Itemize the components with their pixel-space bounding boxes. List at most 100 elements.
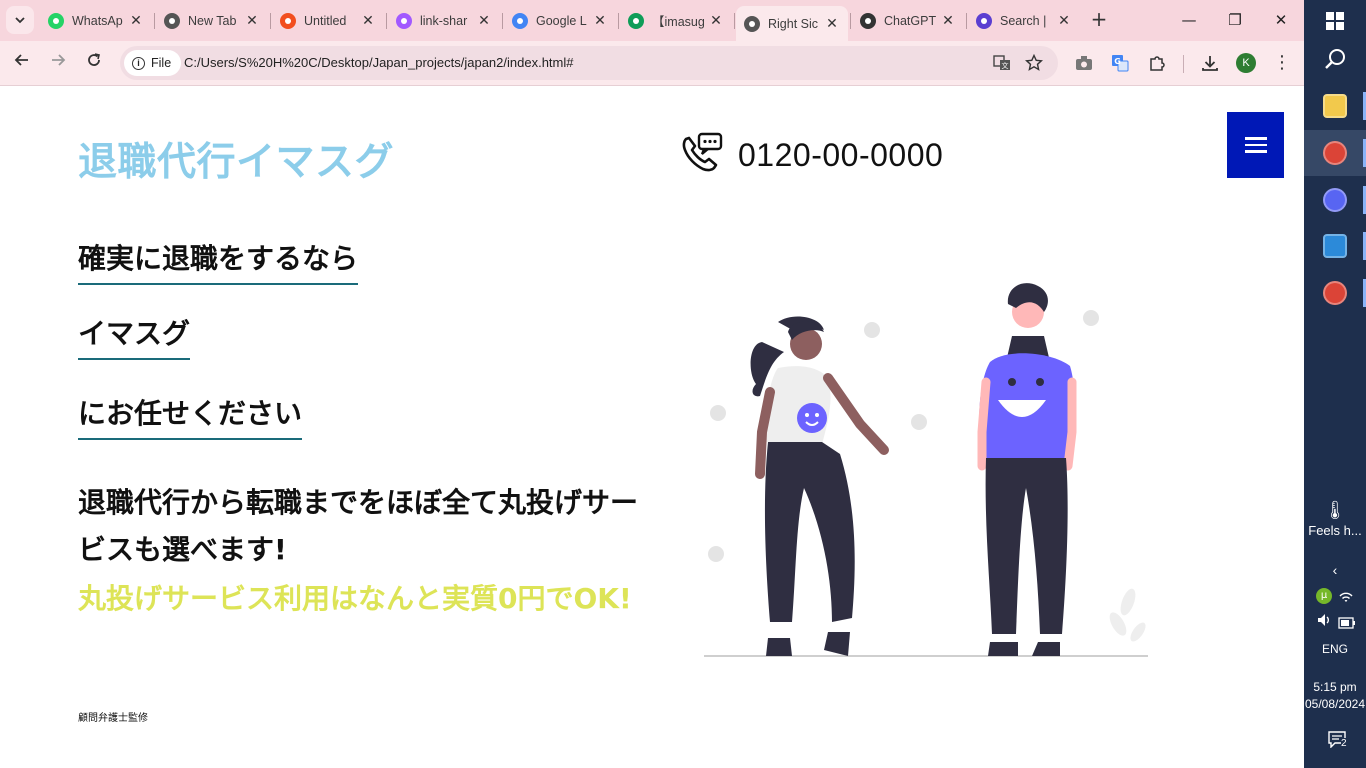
- back-button[interactable]: [10, 51, 34, 75]
- google-lens-icon: [512, 12, 528, 29]
- taskbar-search-button[interactable]: [1304, 38, 1366, 84]
- whatsapp-icon: [48, 12, 64, 29]
- phone-number: 0120-00-0000: [738, 136, 944, 173]
- arrow-left-icon: [14, 52, 30, 73]
- globe-icon: [164, 12, 180, 29]
- browser-tab[interactable]: Untitled ✕: [272, 6, 384, 35]
- browser-tab[interactable]: Google L ✕: [504, 6, 616, 35]
- camera-icon[interactable]: [1072, 51, 1096, 75]
- google-translate-icon[interactable]: G: [1108, 51, 1132, 75]
- tab-search-button[interactable]: [6, 6, 34, 34]
- phone-contact[interactable]: 0120-00-0000: [680, 131, 943, 179]
- discord-icon: [1323, 188, 1347, 212]
- chevron-up-icon[interactable]: ‹: [1304, 562, 1366, 578]
- close-tab-icon[interactable]: ✕: [128, 12, 144, 29]
- tab-strip: WhatsAp ✕ New Tab ✕ Untitled ✕ link-shar ✕ Googl…: [0, 0, 1304, 41]
- figma-icon: [280, 12, 296, 29]
- taskbar-app[interactable]: [1304, 223, 1366, 269]
- site-info-chip[interactable]: i File: [124, 50, 182, 76]
- url-text[interactable]: C:/Users/S%20H%20C/Desktop/Japan_project…: [184, 55, 573, 70]
- reload-button[interactable]: [82, 51, 106, 75]
- browser-toolbar: i File C:/Users/S%20H%20C/Desktop/Japan_…: [0, 41, 1304, 86]
- bookmark-star-icon[interactable]: [1022, 51, 1046, 75]
- hamburger-icon: [1244, 133, 1267, 157]
- profile-avatar[interactable]: K: [1236, 53, 1256, 73]
- close-tab-icon[interactable]: ✕: [592, 12, 608, 29]
- chrome-icon: [1323, 141, 1347, 165]
- woman-figure: [750, 316, 889, 656]
- lead-text: 退職代行から転職までをほぼ全て丸投げサービスも選べます!: [78, 486, 639, 566]
- weather-widget[interactable]: 🌡 Feels h...: [1304, 500, 1366, 538]
- taskbar-app[interactable]: [1304, 83, 1366, 129]
- browser-tab[interactable]: 【imasug ✕: [620, 6, 732, 35]
- tab-separator: [386, 13, 387, 29]
- close-tab-icon[interactable]: ✕: [824, 15, 840, 32]
- close-tab-icon[interactable]: ✕: [1056, 12, 1072, 29]
- taskbar-app[interactable]: [1304, 130, 1366, 176]
- arrow-right-icon: [50, 52, 66, 73]
- wifi-icon[interactable]: [1338, 588, 1354, 608]
- reload-icon: [86, 52, 102, 73]
- new-tab-button[interactable]: +: [1088, 8, 1110, 30]
- browser-tab[interactable]: link-shar ✕: [388, 6, 500, 35]
- tab-title: WhatsAp: [72, 13, 123, 28]
- forward-button[interactable]: [46, 51, 70, 75]
- thermometer-icon: 🌡: [1323, 500, 1347, 520]
- address-bar[interactable]: i File C:/Users/S%20H%20C/Desktop/Japan_…: [120, 46, 1058, 80]
- site-info-label: File: [151, 56, 172, 70]
- tab-separator: [734, 13, 735, 29]
- search-icon: [1324, 48, 1346, 74]
- tab-title: ChatGPT: [884, 13, 937, 28]
- close-tab-icon[interactable]: ✕: [476, 12, 492, 29]
- browser-tab[interactable]: ChatGPT ✕: [852, 6, 964, 35]
- browser-tab[interactable]: New Tab ✕: [156, 6, 268, 35]
- battery-icon[interactable]: [1338, 614, 1356, 633]
- notification-center-button[interactable]: 2: [1328, 730, 1347, 752]
- menu-button[interactable]: [1227, 112, 1284, 178]
- close-tab-icon[interactable]: ✕: [360, 12, 376, 29]
- tab-separator: [850, 13, 851, 29]
- minimize-button[interactable]: —: [1166, 8, 1212, 32]
- close-tab-icon[interactable]: ✕: [708, 12, 724, 29]
- notification-count: 2: [1341, 738, 1347, 749]
- weather-label: Feels h...: [1308, 523, 1362, 538]
- tab-title: Search |: [1000, 13, 1047, 28]
- browser-window: WhatsAp ✕ New Tab ✕ Untitled ✕ link-shar ✕ Googl…: [0, 0, 1304, 768]
- translate-icon[interactable]: 文: [990, 51, 1014, 75]
- extensions-puzzle-icon[interactable]: [1145, 51, 1169, 75]
- clock-time[interactable]: 5:15 pm: [1304, 680, 1366, 694]
- tab-title: Untitled: [304, 13, 347, 28]
- close-tab-icon[interactable]: ✕: [940, 12, 956, 29]
- browser-menu-button[interactable]: ⋮: [1272, 51, 1292, 75]
- google-drive-icon: [628, 12, 644, 29]
- restore-button[interactable]: ❐: [1212, 8, 1258, 32]
- taskbar-app[interactable]: [1304, 177, 1366, 223]
- tab-separator: [966, 13, 967, 29]
- tab-title: New Tab: [188, 13, 237, 28]
- browser-tab[interactable]: Right Sic ✕: [736, 6, 848, 41]
- close-window-button[interactable]: ✕: [1258, 8, 1304, 32]
- tab-title: link-shar: [420, 13, 468, 28]
- tab-title: 【imasug: [652, 15, 705, 29]
- browser-tab[interactable]: Search | ✕: [968, 6, 1080, 35]
- tab-separator: [502, 13, 503, 29]
- heading-line-1: 確実に退職をするなら: [78, 237, 359, 285]
- language-indicator[interactable]: ENG: [1304, 642, 1366, 656]
- heading-line-2: イマスグ: [78, 312, 191, 360]
- globe-icon: [744, 15, 760, 32]
- tab-separator: [154, 13, 155, 29]
- figma-icon: [396, 12, 412, 29]
- vscode-icon: [1323, 234, 1347, 258]
- utorrent-icon[interactable]: µ: [1316, 588, 1332, 604]
- man-figure: [977, 283, 1077, 656]
- download-icon[interactable]: [1198, 51, 1222, 75]
- taskbar-app[interactable]: [1304, 270, 1366, 316]
- site-logo[interactable]: 退職代行イマスグ: [78, 131, 394, 187]
- volume-icon[interactable]: [1316, 612, 1332, 632]
- svg-text:文: 文: [1002, 61, 1009, 70]
- browser-tab[interactable]: WhatsAp ✕: [40, 6, 152, 35]
- system-tray: µ: [1316, 588, 1356, 632]
- clock-date[interactable]: 05/08/2024: [1304, 697, 1366, 711]
- openai-icon: [860, 12, 876, 29]
- close-tab-icon[interactable]: ✕: [244, 12, 260, 29]
